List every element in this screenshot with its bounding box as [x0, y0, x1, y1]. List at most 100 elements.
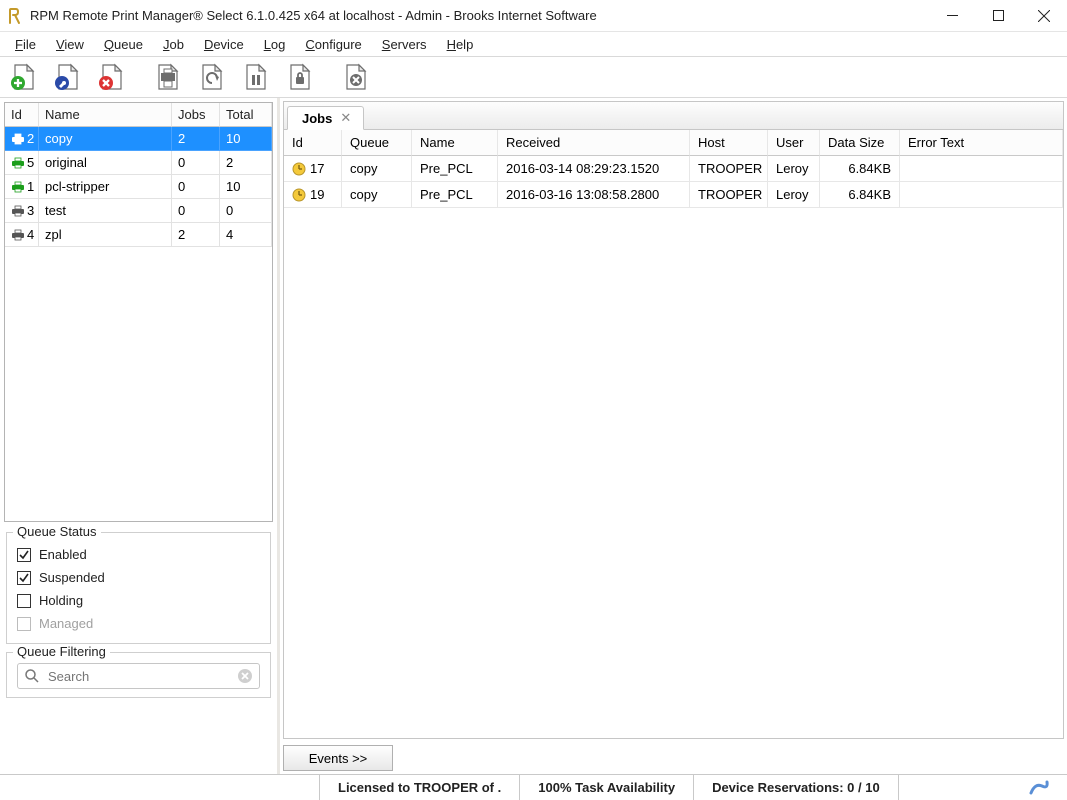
search-input-wrap: [17, 663, 260, 689]
jobs-col-id[interactable]: Id: [284, 130, 342, 156]
queue-row[interactable]: 4zpl24: [5, 223, 272, 247]
job-row[interactable]: 17copyPre_PCL2016-03-14 08:29:23.1520TRO…: [284, 156, 1063, 182]
status-option-label: Enabled: [39, 547, 87, 562]
hold-button[interactable]: [279, 58, 321, 96]
menu-servers[interactable]: Servers: [372, 35, 437, 54]
jobs-col-error[interactable]: Error Text: [900, 130, 1063, 156]
minimize-button[interactable]: [929, 0, 975, 31]
job-name: Pre_PCL: [412, 182, 498, 208]
tab-label: Jobs: [302, 111, 332, 126]
queue-total: 0: [220, 199, 272, 223]
queue-col-name[interactable]: Name: [39, 103, 172, 127]
search-input[interactable]: [46, 668, 231, 685]
job-row[interactable]: 19 copyPre_PCL2016-03-16 13:08:58.2800TRO…: [284, 182, 1063, 208]
status-option-managed: Managed: [17, 612, 260, 635]
queue-col-total[interactable]: Total: [220, 103, 272, 127]
queue-jobs: 0: [172, 199, 220, 223]
job-id: 19: [310, 187, 324, 202]
queue-col-jobs[interactable]: Jobs: [172, 103, 220, 127]
status-bar: Licensed to TROOPER of . 100% Task Avail…: [0, 774, 1067, 800]
queue-row[interactable]: 1 pcl-stripper010: [5, 175, 272, 199]
pause-button[interactable]: [235, 58, 277, 96]
reprint-button[interactable]: [191, 58, 233, 96]
queue-id: 1: [27, 179, 34, 194]
queue-filtering-legend: Queue Filtering: [13, 644, 110, 659]
job-id: 17: [310, 161, 324, 176]
jobs-col-size[interactable]: Data Size: [820, 130, 900, 156]
queue-row[interactable]: 5 original02: [5, 151, 272, 175]
events-button[interactable]: Events >>: [283, 745, 393, 771]
clear-search-icon[interactable]: [237, 668, 253, 684]
queue-name: original: [39, 151, 172, 175]
queue-filtering-group: Queue Filtering: [6, 652, 271, 698]
queue-id: 4: [27, 227, 34, 242]
jobs-col-name[interactable]: Name: [412, 130, 498, 156]
jobs-col-user[interactable]: User: [768, 130, 820, 156]
queue-jobs: 2: [172, 223, 220, 247]
queue-row[interactable]: 3test00: [5, 199, 272, 223]
status-option-suspended[interactable]: Suspended: [17, 566, 260, 589]
checkbox-icon: [17, 594, 31, 608]
status-reservations: Device Reservations: 0 / 10: [694, 775, 899, 800]
menu-view[interactable]: View: [46, 35, 94, 54]
search-icon: [24, 668, 40, 684]
queue-total: 10: [220, 175, 272, 199]
menubar: FileViewQueueJobDeviceLogConfigureServer…: [0, 32, 1067, 56]
menu-queue[interactable]: Queue: [94, 35, 153, 54]
job-host: TROOPER: [690, 182, 768, 208]
checkbox-icon: [17, 617, 31, 631]
cancel-button[interactable]: [335, 58, 377, 96]
close-button[interactable]: [1021, 0, 1067, 31]
job-user: Leroy: [768, 182, 820, 208]
queue-row[interactable]: 2copy210: [5, 127, 272, 151]
queue-id: 2: [27, 131, 34, 146]
job-queue: copy: [342, 156, 412, 182]
queue-status-legend: Queue Status: [13, 524, 101, 539]
menu-help[interactable]: Help: [437, 35, 484, 54]
tab-bar: Jobs ✕: [283, 101, 1064, 129]
close-tab-icon[interactable]: ✕: [340, 110, 351, 126]
job-size: 6.84KB: [820, 156, 900, 182]
status-option-holding[interactable]: Holding: [17, 589, 260, 612]
job-queue: copy: [342, 182, 412, 208]
menu-device[interactable]: Device: [194, 35, 254, 54]
job-received: 2016-03-14 08:29:23.1520: [498, 156, 690, 182]
menu-file[interactable]: File: [5, 35, 46, 54]
queue-settings-button[interactable]: [47, 58, 89, 96]
queue-jobs: 0: [172, 151, 220, 175]
queue-jobs: 0: [172, 175, 220, 199]
status-option-enabled[interactable]: Enabled: [17, 543, 260, 566]
job-error: [900, 156, 1063, 182]
new-queue-button[interactable]: [3, 58, 45, 96]
queue-id: 5: [27, 155, 34, 170]
queue-jobs: 2: [172, 127, 220, 151]
app-icon: [0, 7, 30, 25]
queue-name: pcl-stripper: [39, 175, 172, 199]
menu-log[interactable]: Log: [254, 35, 296, 54]
job-host: TROOPER: [690, 156, 768, 182]
status-option-label: Managed: [39, 616, 93, 631]
jobs-col-queue[interactable]: Queue: [342, 130, 412, 156]
job-error: [900, 182, 1063, 208]
queue-total: 2: [220, 151, 272, 175]
checkbox-icon: [17, 571, 31, 585]
titlebar: RPM Remote Print Manager® Select 6.1.0.4…: [0, 0, 1067, 32]
delete-queue-button[interactable]: [91, 58, 133, 96]
print-button[interactable]: [147, 58, 189, 96]
status-option-label: Holding: [39, 593, 83, 608]
menu-job[interactable]: Job: [153, 35, 194, 54]
queue-status-group: Queue Status EnabledSuspendedHoldingMana…: [6, 532, 271, 644]
sidebar: Id Name Jobs Total 2copy2105original021p…: [0, 98, 280, 774]
queue-total: 4: [220, 223, 272, 247]
queue-table: Id Name Jobs Total 2copy2105original021p…: [4, 102, 273, 522]
maximize-button[interactable]: [975, 0, 1021, 31]
tab-jobs[interactable]: Jobs ✕: [287, 106, 364, 130]
jobs-col-received[interactable]: Received: [498, 130, 690, 156]
queue-col-id[interactable]: Id: [5, 103, 39, 127]
job-received: 2016-03-16 13:08:58.2800: [498, 182, 690, 208]
jobs-table: Id Queue Name Received Host User Data Si…: [283, 129, 1064, 739]
queue-name: zpl: [39, 223, 172, 247]
menu-configure[interactable]: Configure: [295, 35, 371, 54]
job-size: 6.84KB: [820, 182, 900, 208]
jobs-col-host[interactable]: Host: [690, 130, 768, 156]
